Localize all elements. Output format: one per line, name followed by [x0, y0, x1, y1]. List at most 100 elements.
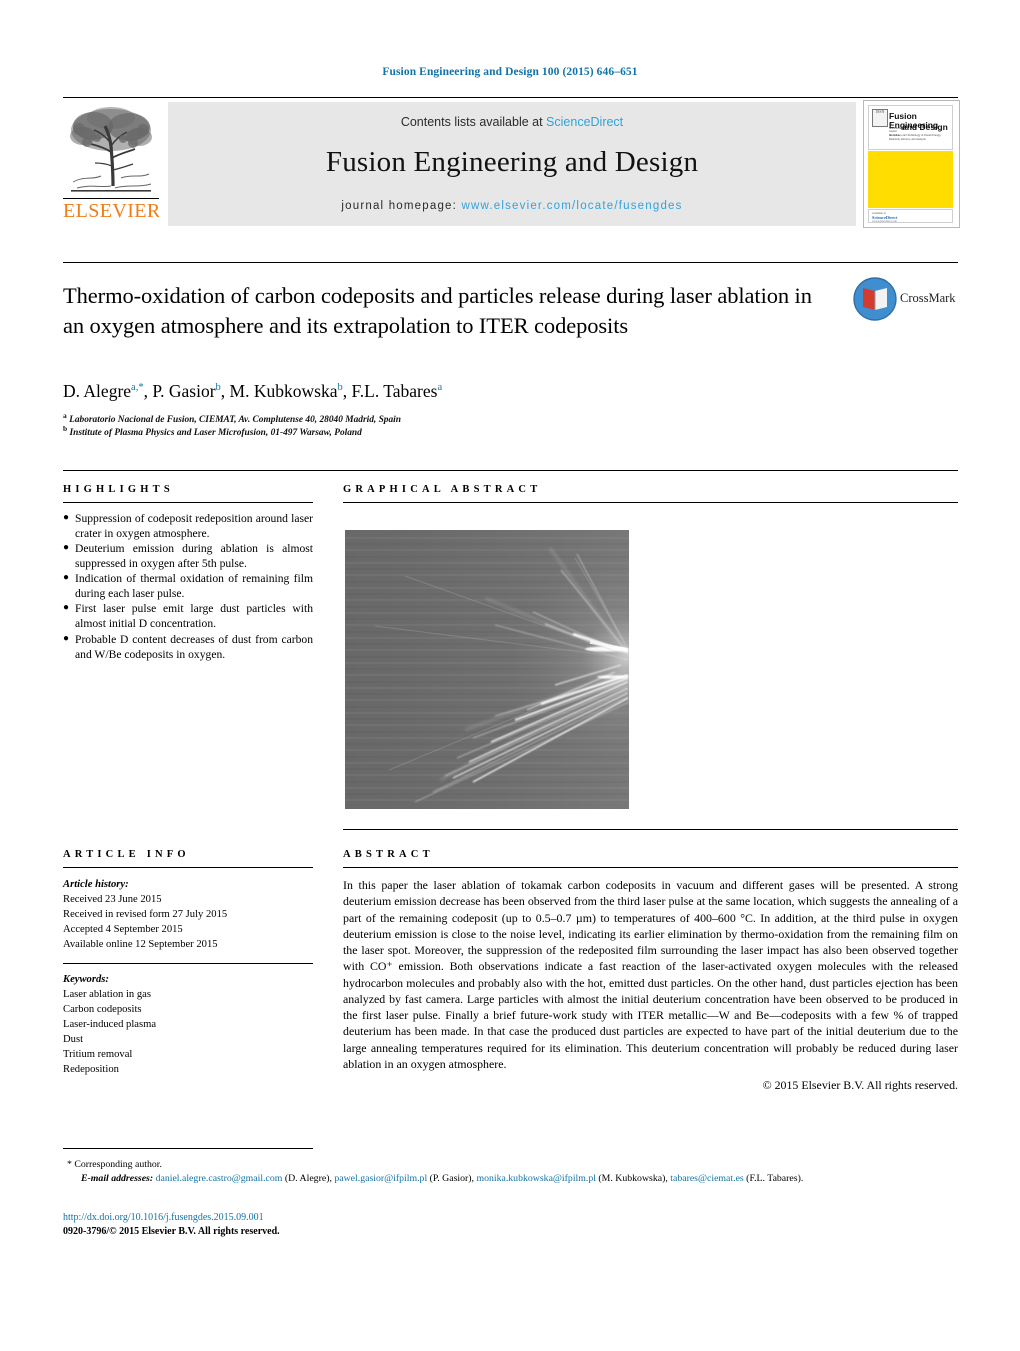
page-title: Thermo-oxidation of carbon codeposits an…	[63, 283, 812, 338]
bullet-icon: ●	[63, 632, 70, 644]
running-head: Fusion Engineering and Design 100 (2015)…	[382, 66, 638, 78]
graphical-abstract-bottom-rule	[343, 829, 958, 830]
email-owner: (D. Alegre),	[282, 1173, 335, 1185]
homepage-url[interactable]: www.elsevier.com/locate/fusengdes	[461, 200, 682, 212]
graphical-abstract-rule	[343, 502, 958, 503]
keyword-item: Redeposition	[63, 1064, 119, 1076]
title-block: CrossMark Thermo-oxidation of carbon cod…	[63, 262, 958, 438]
author-name: D. Alegre	[63, 381, 132, 401]
highlights-list: ● Suppression of codeposit redeposition a…	[63, 511, 313, 662]
article-first-page: Fusion Engineering and Design 100 (2015)…	[0, 0, 1020, 1351]
cover-yellow-panel	[868, 151, 953, 208]
highlight-text: Deuterium emission during ablation is al…	[75, 542, 313, 571]
graphical-abstract-heading: GRAPHICAL ABSTRACT	[343, 484, 542, 495]
author-name: P. Gasior	[152, 381, 216, 401]
graphical-abstract-column: GRAPHICAL ABSTRACT	[343, 484, 958, 830]
history-entry: Accepted 4 September 2015	[63, 924, 183, 936]
email-link[interactable]: monika.kubkowska@ifpilm.pl	[476, 1173, 596, 1184]
affiliation-mark: a	[63, 411, 67, 420]
graphical-abstract-image	[345, 530, 629, 809]
corresponding-author-note: * Corresponding author.	[67, 1159, 162, 1170]
keywords-rule	[63, 963, 313, 965]
author-affiliation-mark: a,*	[131, 382, 144, 394]
highlight-text: Probable D content decreases of dust fro…	[75, 632, 313, 661]
journal-masthead: ELSEVIER Contents lists available at Sci…	[63, 97, 960, 230]
footnote-rule	[63, 1148, 313, 1149]
history-entry: Received 23 June 2015	[63, 894, 162, 906]
article-info-heading: ARTICLE INFO	[63, 849, 190, 860]
journal-homepage-line: journal homepage: www.elsevier.com/locat…	[168, 200, 856, 212]
author-name: M. Kubkowska	[229, 381, 338, 401]
homepage-label: journal homepage:	[341, 200, 462, 212]
highlight-item: ● Suppression of codeposit redeposition a…	[63, 511, 313, 541]
elsevier-tree-icon	[67, 102, 155, 194]
keywords-label: Keywords:	[63, 974, 109, 986]
abstract-column: ABSTRACT In this paper the laser ablatio…	[343, 849, 958, 1093]
author-name: F.L. Tabares	[351, 381, 438, 401]
journal-banner: Contents lists available at ScienceDirec…	[168, 102, 856, 226]
author-affiliation-mark: b	[215, 382, 221, 394]
contents-line: Contents lists available at ScienceDirec…	[168, 115, 856, 129]
abstract-copyright: © 2015 Elsevier B.V. All rights reserved…	[762, 1078, 958, 1092]
email-owner: (F.L. Tabares).	[743, 1173, 804, 1185]
footnote-block: * Corresponding author. E-mail addresses…	[63, 1158, 958, 1186]
cover-issn-badge: ISSN	[872, 109, 888, 127]
journal-title: Fusion Engineering and Design	[325, 146, 699, 178]
affiliation-a: a Laboratorio Nacional de Fusion, CIEMAT…	[63, 411, 402, 426]
email-addresses: E-mail addresses: daniel.alegre.castro@g…	[63, 1172, 958, 1186]
author-affiliation-mark: a	[437, 382, 443, 394]
cover-footer: available at ScienceDirect www.sciencedi…	[868, 209, 953, 223]
cover-header: ISSN Fusion Engineering and Design An In…	[868, 105, 953, 150]
keyword-item: Laser-induced plasma	[63, 1019, 157, 1031]
email-label: E-mail addresses:	[81, 1173, 156, 1185]
highlight-item: ● Probable D content decreases of dust fr…	[63, 632, 313, 662]
article-info-column: ARTICLE INFO Article history: Received 23…	[63, 849, 313, 1077]
sciencedirect-link[interactable]: ScienceDirect	[546, 115, 623, 129]
highlight-item: ● First laser pulse emit large dust parti…	[63, 601, 313, 631]
history-entry: Available online 12 September 2015	[63, 939, 218, 951]
article-history: Article history: Received 23 June 2015 Rec…	[63, 877, 313, 952]
email-link[interactable]: daniel.alegre.castro@gmail.com	[156, 1173, 283, 1184]
affiliation-mark: b	[63, 424, 68, 433]
contents-prefix: Contents lists available at	[400, 115, 547, 129]
cover-footer-url: www.sciencedirect.com	[872, 220, 897, 223]
main-divider	[63, 470, 958, 471]
highlights-rule	[63, 502, 313, 503]
doi-link[interactable]: http://dx.doi.org/10.1016/j.fusengdes.20…	[63, 1212, 264, 1223]
history-entry: Received in revised form 27 July 2015	[63, 909, 228, 921]
abstract-heading: ABSTRACT	[343, 849, 434, 860]
history-label: Article history:	[63, 879, 129, 890]
elsevier-wordmark: ELSEVIER	[63, 198, 159, 222]
highlights-heading: HIGHLIGHTS	[63, 484, 174, 495]
highlights-column: HIGHLIGHTS ● Suppression of codeposit red…	[63, 484, 313, 662]
abstract-rule	[343, 867, 958, 868]
affiliation-b: b Institute of Plasma Physics and Laser …	[63, 424, 362, 439]
highlight-item: ● Deuterium emission during ablation is a…	[63, 541, 313, 571]
email-link[interactable]: pawel.gasior@ifpilm.pl	[334, 1173, 427, 1184]
issn-copyright-line: 0920-3796/© 2015 Elsevier B.V. All right…	[63, 1226, 280, 1237]
bullet-icon: ●	[63, 602, 70, 614]
highlight-text: Suppression of codeposit redeposition ar…	[75, 512, 313, 541]
highlight-text: Indication of thermal oxidation of remai…	[75, 572, 313, 601]
keyword-item: Dust	[63, 1034, 84, 1046]
elsevier-logo: ELSEVIER	[63, 102, 159, 226]
bullet-icon: ●	[63, 542, 70, 554]
keywords-list: Keywords: Laser ablation in gas Carbon cod…	[63, 972, 313, 1077]
highlight-item: ● Indication of thermal oxidation of rema…	[63, 571, 313, 601]
email-owner: (P. Gasior),	[427, 1173, 477, 1185]
email-owner: (M. Kubkowska),	[595, 1173, 671, 1185]
author-list: D. Alegrea,*, P. Gasiorb, M. Kubkowskab,…	[63, 381, 443, 401]
bullet-icon: ●	[63, 572, 70, 584]
abstract-text: In this paper the laser ablation of toka…	[343, 878, 958, 1071]
journal-cover-thumbnail: ISSN Fusion Engineering and Design An In…	[863, 100, 960, 228]
crossmark-icon	[853, 277, 897, 321]
author-affiliation-mark: b	[337, 382, 343, 394]
cover-subtitle-right: the Science and Technology of Fusion Ene…	[889, 134, 941, 141]
keyword-item: Carbon codeposits	[63, 1004, 142, 1016]
keyword-item: Tritium removal	[63, 1049, 133, 1061]
crossmark-label: CrossMark	[900, 291, 956, 305]
keyword-item: Laser ablation in gas	[63, 989, 151, 1001]
bullet-icon: ●	[63, 512, 70, 523]
email-link[interactable]: tabares@ciemat.es	[670, 1173, 743, 1184]
crossmark-badge[interactable]: CrossMark	[853, 277, 958, 323]
